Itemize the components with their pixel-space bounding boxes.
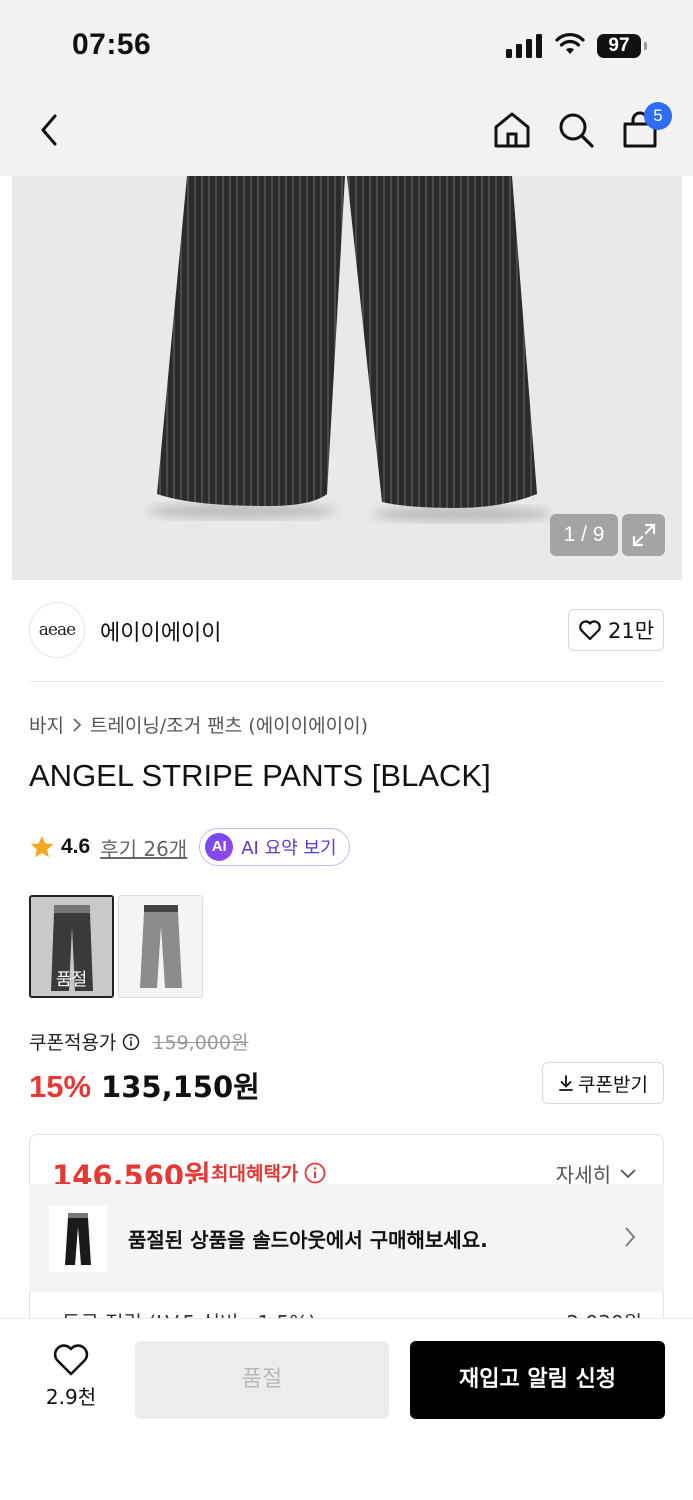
restock-alert-button[interactable]: 재입고 알림 신청 (410, 1341, 665, 1419)
rating-row: 4.6 후기 26개 AI AI 요약 보기 (29, 828, 350, 866)
pants-thumbnail (65, 1213, 91, 1265)
battery-icon: 97 (597, 34, 647, 58)
bottom-action-bar: 2.9천 품절 재입고 알림 신청 (0, 1318, 693, 1500)
ai-icon: AI (205, 833, 234, 861)
breadcrumb-subcategory[interactable]: 트레이닝/조거 팬츠 (에이이에이이) (90, 711, 368, 738)
banner-thumbnail (49, 1206, 107, 1272)
grey-pants-thumbnail (140, 905, 182, 988)
breadcrumb-category[interactable]: 바지 (29, 711, 64, 738)
soldout-button[interactable]: 품절 (135, 1341, 389, 1419)
back-button[interactable] (28, 108, 72, 152)
back-icon (41, 114, 57, 146)
heart-icon (579, 620, 601, 641)
color-option-black[interactable]: 품절 (29, 895, 114, 998)
divider (29, 681, 664, 682)
original-price: 159,000원 (152, 1032, 249, 1054)
ai-summary-button[interactable]: AI AI 요약 보기 (199, 828, 350, 866)
coupon-button-label: 쿠폰받기 (578, 1073, 648, 1096)
sale-price: 135,150원 (101, 1070, 260, 1104)
color-option-grey[interactable] (118, 895, 203, 998)
nav-bar: 5 (0, 90, 693, 176)
breadcrumb: 바지 트레이닝/조거 팬츠 (에이이에이이) (29, 711, 368, 738)
product-title: ANGEL STRIPE PANTS [BLACK] (29, 758, 491, 793)
expand-image-button[interactable] (622, 514, 665, 556)
product-image-gallery[interactable]: 1 / 9 (12, 176, 682, 580)
ai-summary-label: AI 요약 보기 (241, 838, 337, 859)
wishlist-count: 2.9천 (45, 1385, 97, 1409)
max-benefit-label: 최대혜택가 (211, 1159, 326, 1186)
status-bar: 07:56 97 (0, 0, 693, 90)
home-button[interactable] (490, 108, 534, 152)
soldout-banner[interactable]: 품절된 상품을 솔드아웃에서 구매해보세요. (29, 1184, 664, 1292)
brand-like-button[interactable]: 21만 (568, 609, 664, 651)
chevron-right-icon (73, 717, 82, 732)
soldout-label: 품절 (55, 970, 88, 990)
cart-count-badge: 5 (644, 102, 672, 130)
wishlist-button[interactable]: 2.9천 (30, 1343, 112, 1413)
search-button[interactable] (554, 108, 598, 152)
coupon-price-text: 쿠폰적용가 (29, 1032, 117, 1054)
status-time: 07:56 (72, 28, 152, 61)
battery-level: 97 (597, 34, 641, 58)
max-benefit-text: 최대혜택가 (211, 1163, 299, 1185)
rating-value: 4.6 (61, 835, 91, 858)
home-icon (494, 112, 530, 148)
chevron-right-icon (625, 1227, 636, 1247)
chevron-down-icon (620, 1168, 636, 1178)
coupon-price-label: 쿠폰적용가 159,000원 (29, 1028, 248, 1055)
signal-icon (506, 34, 542, 58)
brand-logo[interactable]: aeae (29, 602, 85, 658)
expand-icon (632, 523, 655, 547)
heart-icon (53, 1344, 89, 1376)
cart-button[interactable]: 5 (618, 102, 672, 152)
brand-name[interactable]: 에이이에이이 (100, 615, 221, 647)
search-icon (559, 113, 594, 148)
coupon-download-button[interactable]: 쿠폰받기 (542, 1062, 664, 1104)
info-icon[interactable] (122, 1033, 140, 1051)
price-row: 15% 135,150원 (29, 1064, 260, 1106)
review-link[interactable]: 후기 26개 (100, 833, 187, 862)
brand-like-count: 21만 (607, 619, 655, 643)
download-icon (559, 1075, 573, 1091)
star-icon (30, 835, 54, 858)
image-counter: 1 / 9 (550, 514, 618, 556)
wifi-icon (555, 33, 585, 54)
discount-rate: 15% (29, 1069, 92, 1104)
soldout-banner-text: 품절된 상품을 솔드아웃에서 구매해보세요. (128, 1228, 488, 1252)
info-icon[interactable] (304, 1162, 326, 1184)
